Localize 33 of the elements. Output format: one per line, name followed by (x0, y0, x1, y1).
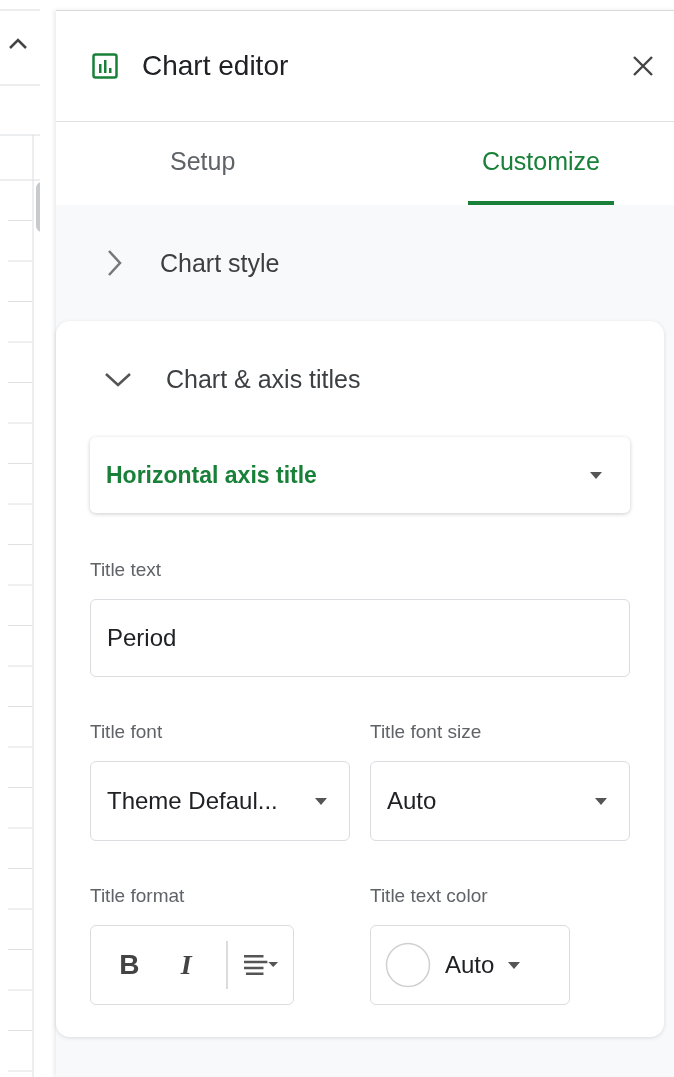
dropdown-arrow-icon (508, 961, 521, 969)
font-size-select[interactable]: Auto (370, 761, 630, 841)
field-label: Title text color (370, 885, 489, 907)
title-text-field[interactable]: Period (90, 599, 630, 677)
field-label: Title font (90, 721, 164, 743)
field-label: Title text (90, 559, 163, 581)
window-title: Chart editor (142, 50, 290, 82)
select-value: Auto (387, 787, 437, 815)
select-value: Auto (445, 951, 495, 979)
close-icon[interactable] (632, 55, 654, 77)
tab[interactable]: Setup (156, 122, 250, 205)
section-title: Chart & axis titles (166, 364, 361, 394)
color-select[interactable]: Auto (370, 925, 570, 1005)
bold-button[interactable]: B (105, 949, 154, 981)
dropdown-arrow-icon (590, 471, 602, 479)
italic-button[interactable]: I (161, 949, 211, 981)
select-value: Theme Defaul... (107, 787, 278, 815)
collapse-icon[interactable] (8, 38, 28, 50)
section-title: Chart style (160, 248, 280, 278)
chevron-right-icon (106, 249, 122, 277)
font-select[interactable]: Theme Defaul... (90, 761, 350, 841)
axis-title-dropdown[interactable]: Horizontal axis title (90, 437, 630, 513)
dropdown-value: Horizontal axis title (106, 461, 317, 489)
accordion-header[interactable]: Chart & axis titles (90, 321, 630, 437)
dropdown-arrow-icon (595, 797, 607, 805)
dropdown-arrow-icon (315, 797, 327, 805)
field-label: Title font size (370, 721, 483, 743)
chevron-down-icon (104, 371, 132, 387)
color-swatch-icon (385, 942, 431, 988)
field-label: Title format (90, 885, 186, 907)
align-icon[interactable] (243, 954, 279, 976)
chart-icon (92, 53, 118, 79)
accordion-header[interactable]: Chart style (56, 205, 670, 321)
